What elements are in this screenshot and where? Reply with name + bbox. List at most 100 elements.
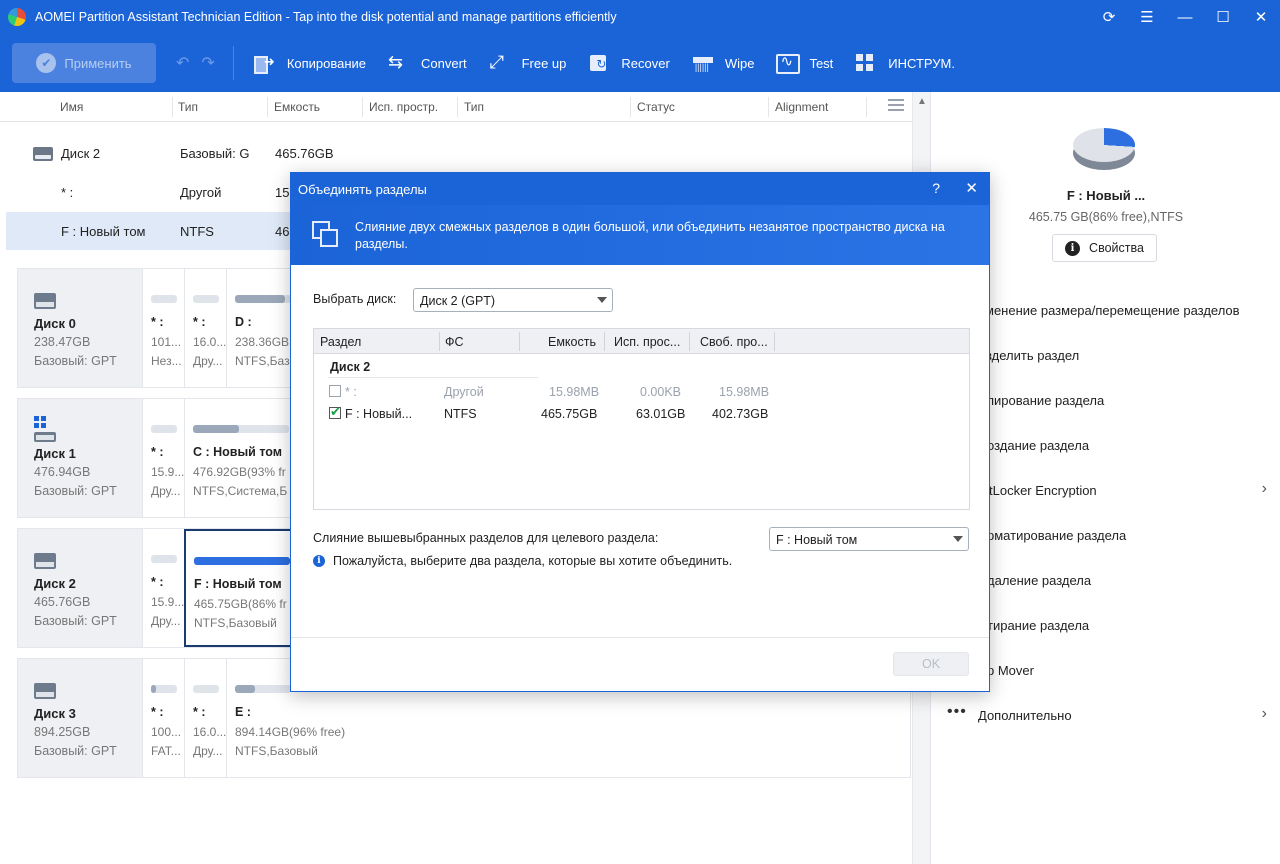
title-bar: AOMEI Partition Assistant Technician Edi… xyxy=(0,0,1280,34)
partition-used: 63.01GB xyxy=(636,407,686,421)
partition-checkbox-checked[interactable] xyxy=(329,404,341,420)
windows-icon xyxy=(34,416,46,428)
partition-block[interactable]: * : 101... Нез... xyxy=(142,269,184,387)
disk-usage-pie-icon xyxy=(1073,126,1135,172)
col-type[interactable]: Тип xyxy=(178,100,198,114)
convert-label: Convert xyxy=(421,55,467,71)
dialog-title: Объединять разделы xyxy=(298,182,427,197)
partition-size: 894.14GB(96% free) xyxy=(235,725,346,739)
free-up-label: Free up xyxy=(521,55,567,71)
ssd-icon xyxy=(34,432,56,442)
partition-block[interactable]: * : 16.0... Дру... xyxy=(184,659,226,777)
ok-button[interactable]: OK xyxy=(893,652,969,676)
chevron-right-icon: › xyxy=(1261,705,1267,722)
target-partition-value: F : Новый том xyxy=(776,533,858,547)
dialog-close-icon[interactable]: ✕ xyxy=(965,179,978,197)
partition-type: Дру... xyxy=(151,484,181,498)
partition-name: * : xyxy=(151,575,164,589)
col-free: Своб. про... xyxy=(700,335,768,349)
wipe-label: Wipe xyxy=(724,55,755,71)
convert-icon xyxy=(388,52,410,73)
maximize-button[interactable]: ☐ xyxy=(1204,0,1242,34)
hint-text: Пожалуйста, выберите два раздела, которы… xyxy=(333,554,733,568)
op-label: tLocker Encryption xyxy=(989,483,1097,498)
wipe-icon xyxy=(692,53,714,73)
tools-icon xyxy=(855,53,877,73)
target-partition-dropdown[interactable]: F : Новый том xyxy=(769,527,969,551)
row-name: * : xyxy=(61,185,74,200)
undo-icon[interactable]: ↶ xyxy=(176,53,189,73)
test-button[interactable]: Test xyxy=(776,43,833,83)
partition-name: * : xyxy=(193,315,206,329)
tools-button[interactable]: ИНСТРУМ. xyxy=(855,43,955,83)
properties-button[interactable]: i Свойства xyxy=(1052,234,1157,262)
app-logo-icon xyxy=(8,8,26,26)
apply-button[interactable]: ✔ Применить xyxy=(12,43,156,83)
row-capacity: 46 xyxy=(275,224,290,239)
op-label: зделить раздел xyxy=(986,348,1080,363)
select-disk-dropdown[interactable]: Диск 2 (GPT) xyxy=(413,288,613,312)
col-used[interactable]: Исп. простр. xyxy=(369,100,438,114)
check-icon: ✔ xyxy=(36,53,57,73)
recover-icon xyxy=(588,53,610,73)
merge-partitions-dialog: Объединять разделы ? ✕ Слияние двух смеж… xyxy=(290,172,990,692)
partition-block[interactable]: * : 15.9... Дру... xyxy=(142,529,184,647)
partition-name: * : xyxy=(151,705,164,719)
hdd-icon xyxy=(33,147,53,161)
col-partition: Раздел xyxy=(320,335,362,349)
col-capacity[interactable]: Емкость xyxy=(274,100,320,114)
op-label: Дополнительно xyxy=(978,708,1072,723)
recover-button[interactable]: Recover xyxy=(588,43,670,83)
minimize-button[interactable]: — xyxy=(1166,0,1204,34)
col-fs-type[interactable]: Тип xyxy=(464,100,484,114)
wipe-button[interactable]: Wipe xyxy=(692,43,755,83)
menu-icon[interactable]: ☰ xyxy=(1128,0,1166,34)
row-capacity: 465.76GB xyxy=(275,146,334,161)
copy-button[interactable]: Копирование xyxy=(253,43,367,83)
disk-size: 465.76GB xyxy=(34,595,91,609)
partition-size: 100... xyxy=(151,725,182,739)
partition-checkbox[interactable] xyxy=(329,385,341,397)
disk-size: 894.25GB xyxy=(34,725,91,739)
partition-name: * : xyxy=(151,315,164,329)
free-up-button[interactable]: Free up xyxy=(489,43,567,83)
disk-type: Базовый: GPT xyxy=(34,744,117,758)
partition-row[interactable]: F : Новый... NTFS 465.75GB 63.01GB 402.7… xyxy=(314,404,969,424)
partition-name: F : Новый том xyxy=(194,577,282,591)
merge-icon xyxy=(312,221,338,247)
table-row[interactable]: Диск 2 Базовый: G 465.76GB xyxy=(0,134,912,172)
partition-block[interactable]: * : 15.9... Дру... xyxy=(142,399,184,517)
row-name: Диск 2 xyxy=(61,146,101,161)
tools-label: ИНСТРУМ. xyxy=(888,55,955,71)
refresh-icon[interactable]: ⟳ xyxy=(1090,0,1128,34)
partition-block[interactable]: * : 16.0... Дру... xyxy=(184,269,226,387)
op-label: менение размера/перемещение разделов xyxy=(985,303,1240,318)
partition-block[interactable]: * : 100... FAT... xyxy=(142,659,184,777)
select-disk-label: Выбрать диск: xyxy=(313,292,397,306)
op-more[interactable]: ••• Дополнительно › xyxy=(931,701,1280,731)
close-button[interactable]: ✕ xyxy=(1242,0,1280,34)
row-type: Базовый: G xyxy=(180,146,250,161)
partition-type: NTFS,Базовый xyxy=(235,744,318,758)
scroll-up-icon[interactable]: ▲ xyxy=(917,96,927,107)
ssd-icon xyxy=(34,683,56,699)
partition-capacity: 15.98MB xyxy=(549,385,600,399)
copy-label: Копирование xyxy=(286,55,367,71)
toolbar: ✔ Применить ↶ ↷ Копирование Convert Free… xyxy=(0,34,1280,92)
col-alignment[interactable]: Alignment xyxy=(775,100,828,114)
col-status[interactable]: Статус xyxy=(637,100,675,114)
partition-free: 15.98MB xyxy=(719,385,770,399)
op-label: p Mover xyxy=(987,663,1034,678)
partition-row[interactable]: * : Другой 15.98MB 0.00KB 15.98MB xyxy=(314,382,969,402)
col-name[interactable]: Имя xyxy=(60,100,83,114)
disk-size: 238.47GB xyxy=(34,335,91,349)
disk-size: 476.94GB xyxy=(34,465,91,479)
partition-table: Раздел ФС Емкость Исп. прос... Своб. про… xyxy=(313,328,970,510)
apply-label: Применить xyxy=(64,55,132,71)
op-label: пирование раздела xyxy=(987,393,1105,408)
help-icon[interactable]: ? xyxy=(932,180,940,196)
test-label: Test xyxy=(809,55,834,71)
convert-button[interactable]: Convert xyxy=(388,43,467,83)
redo-icon[interactable]: ↷ xyxy=(201,53,214,73)
column-menu-icon[interactable] xyxy=(888,99,904,113)
